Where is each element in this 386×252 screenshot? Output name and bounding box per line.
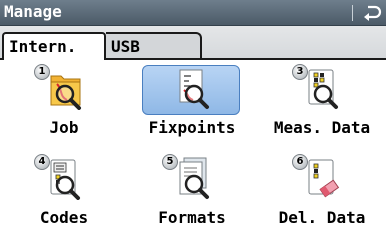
manage-menu-grid: 1 Job Fixpoints 3 Meas. Data 4 Codes 5 F… xyxy=(0,60,386,252)
menu-item-del-data[interactable]: 6 Del. Data xyxy=(258,150,386,240)
back-arrow-icon xyxy=(364,5,382,21)
menu-item-fixpoints[interactable]: Fixpoints xyxy=(128,60,256,150)
window-title: Manage xyxy=(4,2,62,21)
tab-intern-label: Intern. xyxy=(9,37,77,56)
tab-usb[interactable]: USB xyxy=(106,32,202,58)
menu-item-meas-data[interactable]: 3 Meas. Data xyxy=(258,60,386,150)
menu-item-job[interactable]: 1 Job xyxy=(0,60,128,150)
shortcut-badge: 6 xyxy=(292,154,308,170)
menu-item-label: Del. Data xyxy=(278,208,366,227)
menu-item-label: Formats xyxy=(158,208,226,227)
menu-item-codes[interactable]: 4 Codes xyxy=(0,150,128,240)
menu-item-label: Codes xyxy=(39,208,89,227)
menu-item-formats[interactable]: 5 Formats xyxy=(128,150,256,240)
tab-strip: Intern. USB xyxy=(0,26,386,60)
menu-item-label: Meas. Data xyxy=(273,118,371,137)
menu-item-label: Job xyxy=(49,118,79,137)
shortcut-badge: 3 xyxy=(292,64,308,80)
tab-intern[interactable]: Intern. xyxy=(2,32,106,60)
shortcut-badge: 5 xyxy=(162,154,178,170)
fixpoints-search-icon xyxy=(179,69,209,109)
tab-usb-label: USB xyxy=(111,37,140,56)
shortcut-badge: 4 xyxy=(34,154,50,170)
title-bar: Manage xyxy=(0,0,386,26)
shortcut-badge: 1 xyxy=(34,64,50,80)
title-divider xyxy=(352,5,353,21)
back-button[interactable] xyxy=(360,2,384,24)
menu-item-label: Fixpoints xyxy=(148,118,236,137)
